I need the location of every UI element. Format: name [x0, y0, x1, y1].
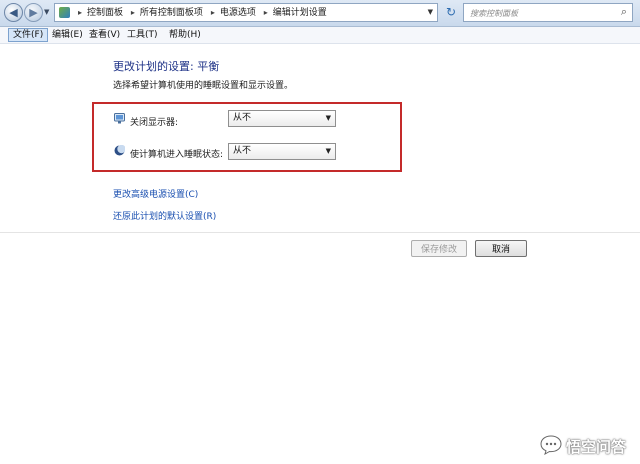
restore-defaults-link[interactable]: 还原此计划的默认设置(R) [113, 209, 216, 222]
cancel-button[interactable]: 取消 [475, 240, 527, 257]
menu-tools[interactable]: 工具(T) [123, 28, 162, 42]
menu-file[interactable]: 文件(F) [8, 28, 49, 42]
breadcrumb-edit-plan[interactable]: 编辑计划设置 [273, 5, 327, 22]
divider [0, 232, 640, 233]
search-input[interactable] [468, 5, 612, 22]
moon-icon [114, 145, 125, 156]
forward-button[interactable]: ▶ [24, 3, 43, 22]
menu-edit[interactable]: 编辑(E) [48, 28, 87, 42]
menu-bar: 文件(F) 编辑(E) 查看(V) 工具(T) 帮助(H) [0, 27, 640, 44]
chevron-right-icon[interactable]: ▸ [78, 4, 82, 21]
monitor-icon [114, 113, 125, 124]
menu-help[interactable]: 帮助(H) [165, 28, 205, 42]
recent-pages-dropdown-icon[interactable]: ▼ [44, 8, 49, 16]
chevron-right-icon[interactable]: ▸ [211, 4, 215, 21]
breadcrumb-power-options[interactable]: 电源选项 [220, 5, 256, 22]
save-button[interactable]: 保存修改 [411, 240, 467, 257]
watermark-text: 悟空问答 [566, 438, 627, 456]
breadcrumb[interactable]: ▸ 控制面板 ▸ 所有控制面板项 ▸ 电源选项 ▸ 编辑计划设置 ▼ [54, 3, 438, 22]
refresh-icon[interactable]: ↻ [441, 3, 461, 22]
chat-bubble-icon [540, 435, 562, 455]
address-dropdown-icon[interactable]: ▼ [428, 4, 433, 21]
sleep-label: 使计算机进入睡眠状态: [130, 150, 224, 160]
advanced-power-settings-link[interactable]: 更改高级电源设置(C) [113, 187, 198, 200]
watermark: 悟空问答 [540, 433, 636, 459]
page-title: 更改计划的设置: 平衡 [113, 60, 220, 73]
chevron-right-icon[interactable]: ▸ [131, 4, 135, 21]
turn-off-display-value: 从不 [233, 113, 252, 123]
sleep-select[interactable]: 从不 ▼ [228, 143, 336, 160]
chevron-down-icon[interactable]: ▼ [326, 144, 331, 159]
turn-off-display-select[interactable]: 从不 ▼ [228, 110, 336, 127]
address-bar: ◀ ▶ ▼ ▸ 控制面板 ▸ 所有控制面板项 ▸ 电源选项 ▸ 编辑计划设置 ▼ ↻ ⌕ [0, 0, 640, 27]
menu-view[interactable]: 查看(V) [85, 28, 124, 42]
search-icon[interactable]: ⌕ [621, 5, 627, 19]
breadcrumb-control-panel[interactable]: 控制面板 [87, 5, 123, 22]
control-panel-icon [59, 7, 70, 18]
breadcrumb-all-items[interactable]: 所有控制面板项 [140, 5, 203, 22]
chevron-right-icon[interactable]: ▸ [264, 4, 268, 21]
turn-off-display-label: 关闭显示器: [130, 118, 179, 128]
page-subtitle: 选择希望计算机使用的睡眠设置和显示设置。 [113, 81, 294, 91]
chevron-down-icon[interactable]: ▼ [326, 111, 331, 126]
sleep-value: 从不 [233, 146, 252, 156]
search-box[interactable]: ⌕ [463, 3, 633, 22]
back-button[interactable]: ◀ [4, 3, 23, 22]
